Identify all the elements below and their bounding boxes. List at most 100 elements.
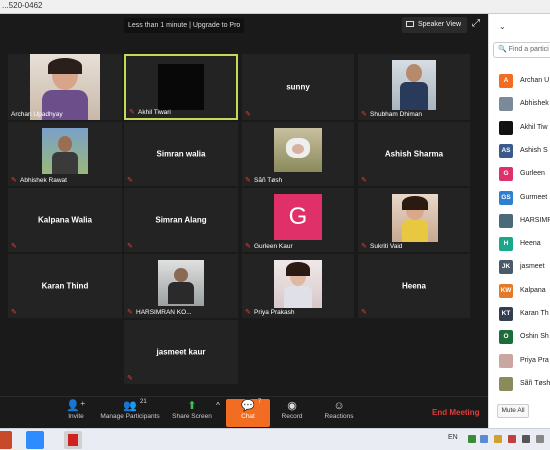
mic-muted-icon: ✎: [245, 111, 251, 118]
participant-avatar: G: [499, 167, 513, 182]
tile-name: HARSIMRAN KO...: [136, 309, 192, 316]
mute-all-button[interactable]: Mute All: [497, 404, 529, 418]
participant-photo: [392, 194, 438, 242]
participant-item[interactable]: H Heena: [499, 237, 550, 253]
reactions-button[interactable]: ☺ Reactions: [314, 399, 364, 427]
participant-photo: [42, 128, 88, 174]
battery-icon[interactable]: [536, 435, 544, 443]
search-participants-input[interactable]: 🔍 Find a partici: [493, 42, 550, 58]
participant-avatar: [499, 120, 513, 135]
video-tile-santosh[interactable]: ✎ Sãñ Tøsh: [242, 122, 354, 186]
manage-participants-button[interactable]: 👥 21 Manage Participants: [100, 399, 160, 427]
chat-button[interactable]: 💬 7 Chat: [226, 399, 270, 427]
participant-photo: [158, 64, 204, 110]
speaker-view-button[interactable]: Speaker View: [402, 17, 468, 33]
participant-name: Abhishek: [520, 100, 549, 108]
video-tile-simran-walia[interactable]: Simran walia ✎: [124, 122, 238, 186]
participant-name: jasmeet: [520, 263, 545, 271]
video-tile-karan[interactable]: Karan Thind ✎: [8, 254, 122, 318]
powerpoint-app-icon[interactable]: [0, 431, 12, 449]
tray-app-icon[interactable]: [494, 435, 502, 443]
tile-display-name: Simran walia: [156, 149, 206, 159]
participant-item[interactable]: Akhil Tiw: [499, 120, 550, 137]
participant-name: Gurleen: [520, 170, 545, 178]
video-tile-sunny[interactable]: sunny ✎: [242, 54, 354, 120]
tray-app-icon[interactable]: [508, 435, 516, 443]
record-icon: ◉: [287, 400, 297, 412]
participant-item[interactable]: GS Gurmeet: [499, 190, 550, 207]
mic-muted-icon: ✎: [127, 309, 133, 316]
chevron-down-icon[interactable]: ⌄: [499, 22, 506, 31]
participant-item[interactable]: JK jasmeet: [499, 260, 550, 276]
mic-muted-icon: ✎: [361, 111, 367, 118]
record-label: Record: [281, 413, 303, 420]
record-button[interactable]: ◉ Record: [270, 399, 314, 427]
mic-muted-icon: ✎: [361, 177, 367, 184]
participant-item[interactable]: Sãñ Tøsh: [499, 376, 550, 393]
volume-icon[interactable]: [522, 435, 530, 443]
video-tile-gurleen[interactable]: G ✎ Gurleen Kaur: [242, 188, 354, 252]
participant-name: Priya Pra: [520, 356, 549, 364]
participant-photo: [274, 128, 322, 172]
mic-muted-icon: ✎: [245, 177, 251, 184]
participant-item[interactable]: Priya Pra: [499, 353, 550, 370]
tray-app-icon[interactable]: [480, 435, 488, 443]
participant-name: Kalpana: [520, 286, 546, 294]
mic-muted-icon: ✎: [361, 243, 367, 250]
video-tile-simran-alang[interactable]: Simran Alang ✎: [124, 188, 238, 252]
network-icon[interactable]: [468, 435, 476, 443]
language-indicator[interactable]: EN: [448, 434, 458, 441]
video-tile-heena[interactable]: Heena ✎: [358, 254, 470, 318]
chat-icon: 💬: [241, 400, 255, 412]
pdf-app-icon[interactable]: [64, 431, 82, 449]
video-tile-jasmeet[interactable]: jasmeet kaur ✎: [124, 320, 238, 384]
participant-item[interactable]: KT Karan Th: [499, 307, 550, 323]
participant-item[interactable]: A Archan U: [499, 74, 550, 90]
chat-count: 7: [258, 399, 262, 405]
tile-display-name: jasmeet kaur: [156, 347, 206, 357]
mic-muted-icon: ✎: [11, 177, 17, 184]
video-tile-priya[interactable]: ✎ Priya Prakash: [242, 254, 354, 318]
participant-avatar: [499, 376, 513, 391]
zoom-app-icon[interactable]: [26, 431, 44, 449]
tile-name: Akhil Tiwari: [138, 109, 171, 116]
participant-item[interactable]: G Gurleen: [499, 167, 550, 183]
participant-item[interactable]: Abhishek: [499, 97, 550, 113]
video-tile-abhishek[interactable]: ✎ Abhishek Rawat: [8, 122, 122, 186]
window-titlebar: ...520-0462: [0, 0, 550, 14]
video-tile-sukriti[interactable]: ✎ Sukriti Vaid: [358, 188, 470, 252]
video-tile-ashish[interactable]: Ashish Sharma ✎: [358, 122, 470, 186]
mic-muted-icon: ✎: [11, 243, 17, 250]
add-user-icon: 👤⁺: [66, 400, 86, 412]
end-meeting-button[interactable]: End Meeting: [432, 408, 480, 417]
participant-name: Ashish S: [520, 146, 548, 154]
tile-display-name: Simran Alang: [155, 215, 207, 225]
chat-label: Chat: [241, 413, 255, 420]
participant-name: Akhil Tiw: [520, 123, 548, 131]
share-options-chevron-icon[interactable]: ^: [212, 399, 224, 427]
fullscreen-icon[interactable]: ⤢: [470, 18, 482, 30]
video-tile-shubham[interactable]: ✎ Shubham Dhiman: [358, 54, 470, 120]
participant-item[interactable]: KW Kalpana: [499, 283, 550, 300]
reactions-icon: ☺: [333, 400, 345, 412]
invite-button[interactable]: 👤⁺ Invite: [48, 399, 104, 427]
video-tile-akhil[interactable]: ✎ Akhil Tiwari: [124, 54, 238, 120]
participant-item[interactable]: AS Ashish S: [499, 143, 550, 160]
share-screen-label: Share Screen: [172, 413, 212, 420]
mic-muted-icon: ✎: [245, 309, 251, 316]
participant-avatar: H: [499, 237, 513, 252]
participant-item[interactable]: O Oshin Sh: [499, 330, 550, 346]
video-tile-kalpana[interactable]: Kalpana Walia ✎: [8, 188, 122, 252]
participant-item[interactable]: HARSIMR: [499, 213, 550, 230]
video-tile-archan[interactable]: Archan Upadhyay: [8, 54, 122, 120]
participant-name: Karan Th: [520, 310, 549, 317]
participant-count: 21: [140, 399, 147, 405]
invite-label: Invite: [68, 413, 84, 420]
time-banner[interactable]: Less than 1 minute | Upgrade to Pro: [124, 18, 245, 33]
video-tile-harsimran[interactable]: ✎ HARSIMRAN KO...: [124, 254, 238, 318]
tile-name: Gurleen Kaur: [254, 243, 293, 250]
video-grid-area: Less than 1 minute | Upgrade to Pro Spea…: [0, 14, 488, 428]
participants-icon: 👥: [123, 400, 137, 412]
mic-muted-icon: ✎: [129, 109, 135, 116]
participant-avatar: JK: [499, 260, 513, 275]
